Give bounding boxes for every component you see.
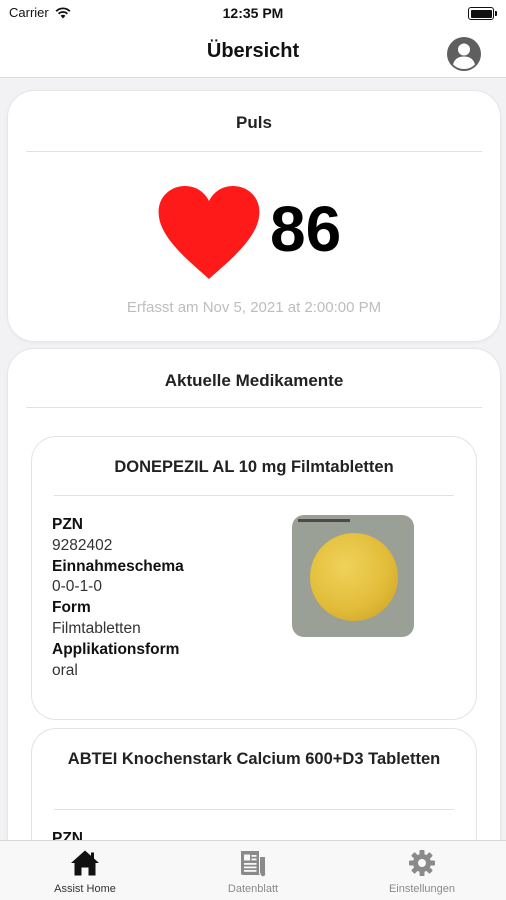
home-icon xyxy=(71,850,99,876)
content-scroll-area[interactable]: Puls 86 Erfasst am Nov 5, 2021 at 2:00:0… xyxy=(0,79,506,840)
heart-icon xyxy=(158,186,260,279)
pzn-value: 9282402 xyxy=(52,536,113,554)
divider xyxy=(54,495,454,496)
tab-einstellungen[interactable]: Einstellungen xyxy=(362,849,482,895)
form-value: Filmtabletten xyxy=(52,619,141,637)
schedule-label: Einnahmeschema xyxy=(52,557,184,575)
form-label: Form xyxy=(52,599,91,617)
schedule-value: 0-0-1-0 xyxy=(52,578,102,596)
medications-card-title: Aktuelle Medikamente xyxy=(164,371,344,390)
tab-label: Datenblatt xyxy=(227,883,279,895)
divider xyxy=(26,151,482,152)
tab-bar: Assist Home Datenblatt Einstellungen xyxy=(0,840,506,900)
divider xyxy=(26,407,482,408)
medication-card[interactable]: DONEPEZIL AL 10 mg Filmtabletten PZN 928… xyxy=(32,437,476,719)
pzn-label: PZN xyxy=(52,830,83,840)
navigation-bar: Übersicht xyxy=(0,28,506,78)
medication-name: DONEPEZIL AL 10 mg Filmtabletten xyxy=(114,458,394,476)
tab-label: Einstellungen xyxy=(388,883,456,895)
status-time: 12:35 PM xyxy=(222,5,284,21)
medication-details: PZN 9282402 Einnahmeschema 0-0-1-0 Form … xyxy=(52,515,184,681)
profile-icon[interactable] xyxy=(446,36,482,72)
status-bar: Carrier 12:35 PM xyxy=(0,0,506,28)
medications-card: Aktuelle Medikamente DONEPEZIL AL 10 mg … xyxy=(8,349,500,840)
pulse-card: Puls 86 Erfasst am Nov 5, 2021 at 2:00:0… xyxy=(8,91,500,341)
medication-details: PZN xyxy=(52,829,83,840)
tab-label: Assist Home xyxy=(54,883,116,895)
tab-assist-home[interactable]: Assist Home xyxy=(25,849,145,895)
medication-name: ABTEI Knochenstark Calcium 600+D3 Tablet… xyxy=(67,750,441,768)
medication-image xyxy=(292,515,414,637)
application-value: oral xyxy=(52,661,78,679)
pill-image xyxy=(310,533,398,621)
application-label: Applikationsform xyxy=(52,640,180,658)
gear-icon xyxy=(409,850,435,876)
tab-datenblatt[interactable]: Datenblatt xyxy=(193,849,313,895)
document-icon xyxy=(241,851,266,877)
pulse-card-title: Puls xyxy=(236,113,272,132)
divider xyxy=(54,809,454,810)
pulse-recorded-time: Erfasst am Nov 5, 2021 at 2:00:00 PM xyxy=(126,299,382,316)
battery-icon xyxy=(468,7,497,20)
pzn-label: PZN xyxy=(52,516,83,533)
medication-card[interactable]: ABTEI Knochenstark Calcium 600+D3 Tablet… xyxy=(32,729,476,840)
pulse-value: 86 xyxy=(270,193,342,265)
page-title: Übersicht xyxy=(206,40,300,62)
image-strip xyxy=(298,519,350,522)
